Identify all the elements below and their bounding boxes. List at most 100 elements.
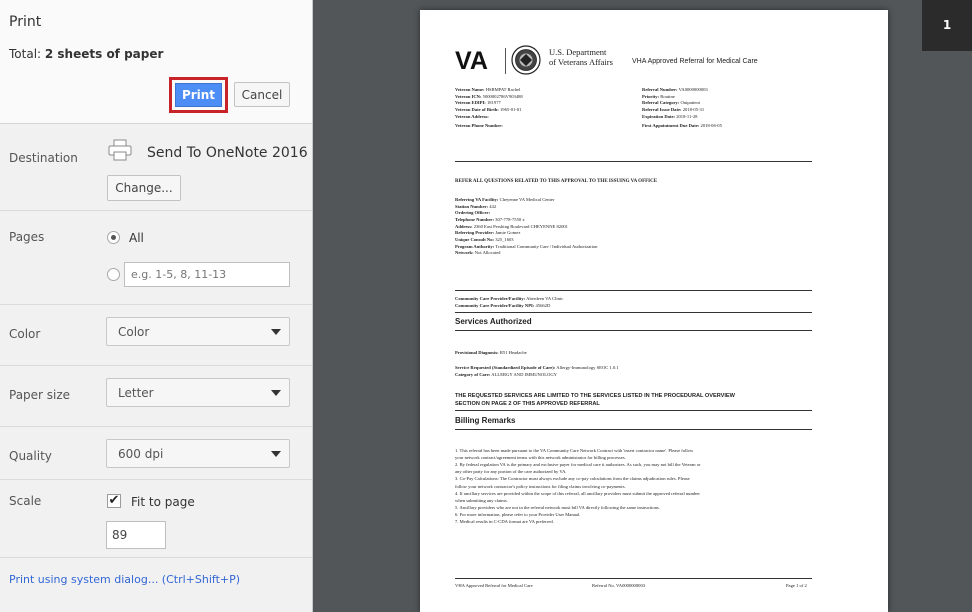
field-row: Priority: Routine: [642, 93, 675, 99]
cancel-button[interactable]: Cancel: [234, 82, 290, 107]
services-heading: Services Authorized: [455, 317, 532, 326]
provider-fields: Community Care Provider/Facility: Aberde…: [455, 296, 563, 309]
field-row: Veteran Name: HSRMPAT Rachel: [455, 87, 521, 92]
print-preview-page: VA U.S. Department of Veterans Affairs V…: [420, 10, 888, 612]
printer-icon: [108, 139, 132, 161]
pages-custom-radio[interactable]: [107, 268, 120, 281]
quality-select[interactable]: 600 dpi: [106, 439, 290, 468]
field-row: Unique Consult No: 325_1603: [455, 236, 514, 242]
system-dialog-link[interactable]: Print using system dialog... (Ctrl+Shift…: [9, 573, 240, 586]
field-row: Veteran Phone Number:: [455, 123, 503, 129]
billing-line: when submitting any claims.: [455, 497, 508, 503]
field-row: Program Authority: Traditional Community…: [455, 243, 598, 249]
footer-page-number: Page 1 of 2: [786, 583, 807, 588]
divider: [0, 304, 312, 305]
field-row: Veteran ICN: 5000002786V903488: [455, 93, 523, 99]
quality-label: Quality: [9, 449, 52, 463]
footer-referral-number: Referral No. VA0000000003: [592, 583, 646, 588]
billing-line: 1. This referral has been made pursuant …: [455, 448, 694, 453]
pages-all-radio[interactable]: [107, 231, 120, 244]
pages-all-label: All: [129, 231, 144, 245]
pages-custom-input[interactable]: [124, 262, 290, 287]
divider: [0, 426, 312, 427]
paper-size-label: Paper size: [9, 388, 71, 402]
billing-line: 5. Ancillary providers who are not in th…: [455, 504, 660, 510]
divider: [0, 365, 312, 366]
billing-line: 6. For more information, please refer to…: [455, 511, 581, 517]
document-title: VHA Approved Referral for Medical Care: [632, 58, 758, 65]
print-button-highlight: Print: [169, 77, 228, 113]
pages-label: Pages: [9, 230, 45, 244]
quality-select-value: 600 dpi: [118, 447, 164, 461]
fit-to-page-label: Fit to page: [131, 495, 195, 509]
fit-to-page-checkbox[interactable]: ✔: [107, 494, 121, 508]
service-requested-row: Service Requested (Standardized Episode …: [455, 365, 619, 370]
total-value: 2 sheets of paper: [44, 47, 164, 61]
department-line-2: of Veterans Affairs: [549, 56, 613, 67]
field-row: Community Care Provider/Facility NPI: 45…: [455, 302, 551, 308]
scale-label: Scale: [9, 494, 42, 508]
field-row: Address: 2360 East Pershing Boulevard CH…: [455, 223, 568, 229]
caret-down-icon: [271, 390, 281, 396]
category-row: Category of Care: ALLERGY AND IMMUNOLOGY: [455, 372, 557, 377]
scale-input[interactable]: [106, 521, 166, 549]
divider: [455, 410, 812, 411]
destination-label: Destination: [9, 151, 78, 165]
destination-name: Send To OneNote 2016: [147, 145, 308, 161]
divider: [0, 479, 312, 480]
field-row: Veteran EDIPI: 181977: [455, 100, 501, 106]
billing-line: your network contract/agreement terms wi…: [455, 455, 626, 461]
total-prefix: Total:: [9, 47, 45, 61]
billing-line: 3. Co-Pay Calculations: The Contractor m…: [455, 476, 690, 482]
change-destination-button[interactable]: Change...: [107, 175, 181, 201]
billing-line: 2. By federal regulation VA is the prima…: [455, 462, 701, 468]
logo-divider: [505, 48, 506, 74]
divider: [455, 290, 812, 291]
sheet-total: Total: 2 sheets of paper: [9, 47, 163, 61]
print-button[interactable]: Print: [175, 83, 222, 107]
va-seal-icon: [511, 45, 541, 75]
limited-services-notice: THE REQUESTED SERVICES ARE LIMITED TO TH…: [455, 392, 735, 409]
diagnosis-row: Provisional Diagnosis: R51 Headache: [455, 350, 527, 355]
facility-fields: Referring VA Facility: Cheyenne VA Medic…: [455, 197, 597, 257]
panel-header: Print Total: 2 sheets of paper Print Can…: [0, 0, 312, 124]
print-settings-panel: Print Total: 2 sheets of paper Print Can…: [0, 0, 313, 612]
checkmark-icon: ✔: [108, 493, 120, 508]
notice-line: THE REQUESTED SERVICES ARE LIMITED TO TH…: [455, 393, 735, 399]
billing-line: any other party for any portion of the c…: [455, 469, 567, 475]
department-name: U.S. Department of Veterans Affairs: [549, 47, 613, 68]
divider: [455, 161, 812, 162]
paper-size-select-value: Letter: [118, 386, 154, 400]
footer-left: VHA Approved Referral for Medical Care: [455, 583, 533, 588]
field-row: Ordering Officer:: [455, 210, 491, 216]
refer-heading: REFER ALL QUESTIONS RELATED TO THIS APPR…: [455, 179, 658, 184]
referral-fields: Referral Number: VA0000000003 Priority: …: [642, 87, 722, 130]
field-row: Referral Number: VA0000000003: [642, 87, 708, 92]
field-row: Telephone Number: 307-778-7550 x: [455, 216, 525, 222]
field-row: Veteran Date of Birth: 1965-01-01: [455, 106, 522, 112]
billing-line: 7. Medical results in C-CDA format are V…: [455, 519, 554, 525]
page-number-badge: 1: [922, 0, 972, 51]
field-row: Station Number: 442: [455, 203, 497, 209]
field-row: Veteran Address:: [455, 113, 489, 119]
field-row: Referring VA Facility: Cheyenne VA Medic…: [455, 197, 555, 202]
field-row: Referral Category: Outpatient: [642, 100, 700, 106]
divider: [455, 578, 812, 579]
print-title: Print: [9, 14, 42, 30]
billing-line: follow your network contractor's policy …: [455, 483, 626, 489]
field-row: Network: Not Allocated: [455, 250, 501, 256]
field-row: Referring Provider: Jamie Gomez: [455, 230, 521, 236]
field-row: First Appointment Due Date: 2018-06-05: [642, 123, 722, 129]
divider: [0, 210, 312, 211]
va-logo: VA: [455, 47, 488, 75]
color-label: Color: [9, 327, 41, 341]
color-select[interactable]: Color: [106, 317, 290, 346]
field-row: Expiration Date: 2018-11-28: [642, 113, 698, 119]
divider: [0, 557, 312, 558]
notice-line: SECTION ON PAGE 2 OF THIS APPROVED REFER…: [455, 401, 600, 408]
paper-size-select[interactable]: Letter: [106, 378, 290, 407]
divider: [455, 312, 812, 313]
field-row: Referral Issue Date: 2018-05-31: [642, 106, 705, 112]
divider: [455, 330, 812, 331]
billing-line: 4. If ancillary services are provided wi…: [455, 490, 700, 496]
